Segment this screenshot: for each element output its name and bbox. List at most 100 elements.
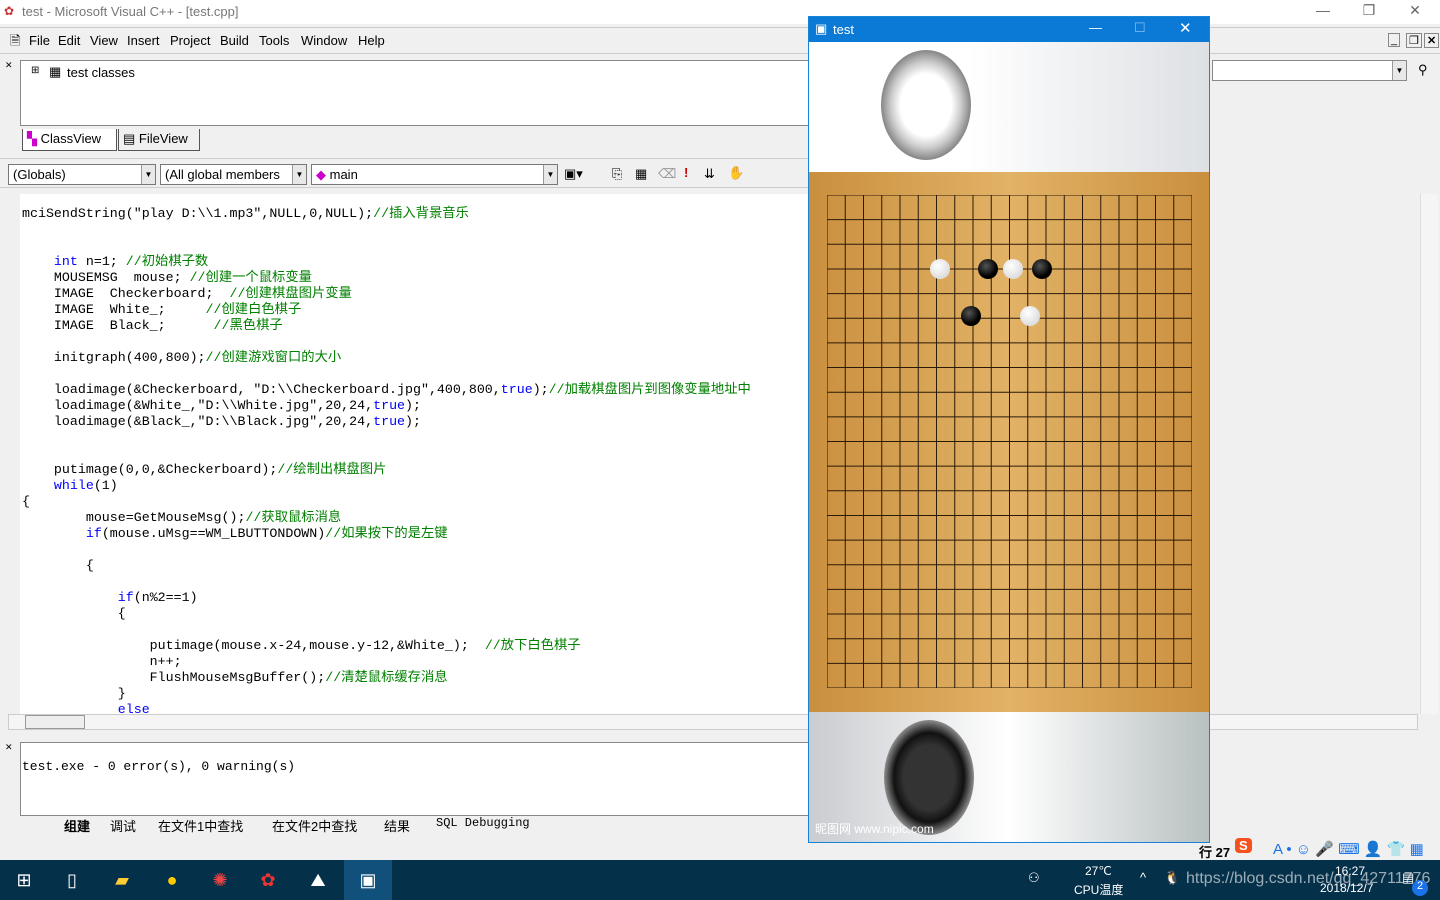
white-stone (930, 258, 951, 279)
build-icon[interactable]: ▦ (635, 166, 647, 182)
mdi-close-button[interactable]: ✕ (1424, 33, 1440, 48)
breakpoint-hand-icon[interactable]: ✋ (728, 165, 744, 181)
code-token: putimage(0,0,&Checkerboard); (22, 462, 278, 477)
menu-tools[interactable]: Tools (259, 33, 289, 48)
chevron-down-icon[interactable]: ▼ (543, 165, 557, 184)
qq-tray-icon[interactable]: 🐧 (1164, 870, 1180, 886)
tab-build[interactable]: 组建 (64, 816, 90, 835)
code-line: IMAGE White_; //创建白色棋子 (22, 302, 301, 318)
code-line: { (22, 606, 126, 622)
game-minimize-button[interactable]: — (1089, 20, 1102, 35)
code-line: else (22, 702, 150, 714)
code-token: { (22, 494, 30, 509)
code-token: (n%2==1) (133, 590, 198, 605)
combo-value: (Globals) (13, 167, 66, 182)
cpu-temp-label: CPU温度 (1074, 883, 1124, 897)
build-result: test.exe - 0 error(s), 0 warning(s) (22, 759, 296, 774)
close-button[interactable]: ✕ (1392, 2, 1438, 22)
white-stone (1003, 258, 1024, 279)
code-editor[interactable]: mciSendString("play D:\\1.mp3",NULL,0,NU… (20, 194, 810, 714)
tab-classview[interactable]: ▚ ClassView (22, 129, 117, 151)
game-close-button[interactable]: ✕ (1179, 19, 1192, 37)
photos-icon[interactable]: ⛰ (294, 860, 342, 900)
output-tabs: 组建 调试 在文件1中查找 在文件2中查找 结果 SQL Debugging (20, 816, 720, 835)
find-binoculars-icon[interactable]: ⚲ (1418, 62, 1428, 78)
code-token: true (500, 382, 533, 397)
tab-find1[interactable]: 在文件1中查找 (158, 816, 243, 835)
file-explorer-icon[interactable]: ▰ (98, 860, 146, 900)
game-maximize-button[interactable]: ☐ (1134, 20, 1146, 36)
wizard-action-icon[interactable]: ▣▾ (564, 166, 583, 182)
mdi-minimize-button[interactable]: _ (1388, 33, 1401, 47)
ime-toolbar-icons[interactable]: A • ☺ 🎤 ⌨ 👤 👕 ▦ (1273, 840, 1424, 858)
menu-edit[interactable]: Edit (58, 33, 80, 48)
code-line: IMAGE Checkerboard; //创建棋盘图片变量 (22, 286, 352, 302)
find-combo[interactable]: ▼ (1212, 60, 1407, 81)
tab-results[interactable]: 结果 (384, 816, 410, 835)
notification-count: 2 (1412, 880, 1428, 896)
menu-help[interactable]: Help (358, 33, 385, 48)
game-taskbar-icon[interactable]: ▣ (344, 860, 392, 900)
start-button[interactable]: ⊞ (0, 860, 48, 900)
chevron-down-icon[interactable]: ▼ (141, 165, 155, 184)
menu-view[interactable]: View (90, 33, 118, 48)
sogou-ime-icon[interactable]: S (1235, 838, 1252, 853)
menu-file[interactable]: File (29, 33, 50, 48)
gomoku-board[interactable] (809, 172, 1209, 712)
workspace-pane: ⊞ ▦ test classes (20, 60, 810, 126)
editor-vertical-scrollbar[interactable] (1420, 194, 1438, 714)
stop-build-icon[interactable]: ⌫ (658, 166, 676, 182)
task-view-icon[interactable]: ▯ (48, 860, 96, 900)
compile-icon[interactable]: ⎘ (612, 166, 622, 182)
tab-debug[interactable]: 调试 (110, 816, 136, 835)
execute-icon[interactable]: ! (684, 165, 688, 180)
scope-combo[interactable]: (Globals) ▼ (8, 164, 156, 185)
code-token: MOUSEMSG mouse; (22, 270, 190, 285)
cpu-temp: 27℃ (1085, 864, 1112, 878)
white-stone (1019, 305, 1040, 326)
chevron-down-icon[interactable]: ▼ (1392, 61, 1406, 80)
expand-icon[interactable]: ⊞ (31, 65, 39, 76)
scroll-thumb[interactable] (25, 715, 85, 729)
show-hidden-icons-chevron[interactable]: ^ (1140, 870, 1146, 885)
code-token: //如果按下的是左键 (325, 526, 448, 541)
chevron-down-icon[interactable]: ▼ (292, 165, 306, 184)
workspace-close-icon[interactable]: ✕ (5, 60, 13, 71)
qq-music-icon[interactable]: ● (148, 860, 196, 900)
tab-sql-debugging[interactable]: SQL Debugging (436, 816, 530, 830)
tab-fileview[interactable]: ▤ FileView (118, 129, 200, 151)
people-icon[interactable]: ⚇ (1028, 870, 1040, 886)
minimize-button[interactable]: — (1300, 2, 1346, 22)
code-line: putimage(mouse.x-24,mouse.y-12,&White_);… (22, 638, 581, 654)
code-token: IMAGE White_; (22, 302, 206, 317)
menu-build[interactable]: Build (220, 33, 249, 48)
browser-icon[interactable]: ✺ (196, 860, 244, 900)
menu-project[interactable]: Project (170, 33, 210, 48)
tab-find2[interactable]: 在文件2中查找 (272, 816, 357, 835)
code-token: while (53, 478, 94, 493)
mdi-restore-button[interactable]: ❐ (1406, 33, 1422, 48)
taskbar: ⊞ ▯ ▰ ● ✺ ✿ ⛰ ▣ ⚇ 27℃ CPU温度 ^ 🐧 https://… (0, 860, 1440, 900)
output-close-icon[interactable]: ✕ (5, 742, 13, 753)
combo-value: main (329, 167, 358, 182)
function-combo[interactable]: ◆ main ▼ (311, 164, 558, 185)
landscape-bottom: 昵图网 www.nipic.com (809, 712, 1209, 842)
go-icon[interactable]: ⇊ (704, 166, 715, 182)
menu-window[interactable]: Window (301, 33, 347, 48)
clock-time[interactable]: 16:27 (1335, 864, 1365, 878)
code-token: //插入背景音乐 (373, 206, 469, 221)
code-line: putimage(0,0,&Checkerboard);//绘制出棋盘图片 (22, 462, 386, 478)
clock-date[interactable]: 2018/12/7 (1320, 881, 1373, 895)
tab-label: ClassView (40, 131, 102, 146)
code-token: true (373, 398, 406, 413)
visual-cpp-icon[interactable]: ✿ (244, 860, 292, 900)
restore-button[interactable]: ❐ (1346, 2, 1392, 22)
code-token: ); (405, 414, 421, 429)
combo-value: (All global members (165, 167, 280, 182)
code-token: //初始棋子数 (125, 254, 209, 269)
menu-insert[interactable]: Insert (127, 33, 160, 48)
tree-root[interactable]: test classes (67, 65, 135, 80)
code-token: mouse=GetMouseMsg(); (22, 510, 246, 525)
filter-combo[interactable]: (All global members ▼ (160, 164, 307, 185)
